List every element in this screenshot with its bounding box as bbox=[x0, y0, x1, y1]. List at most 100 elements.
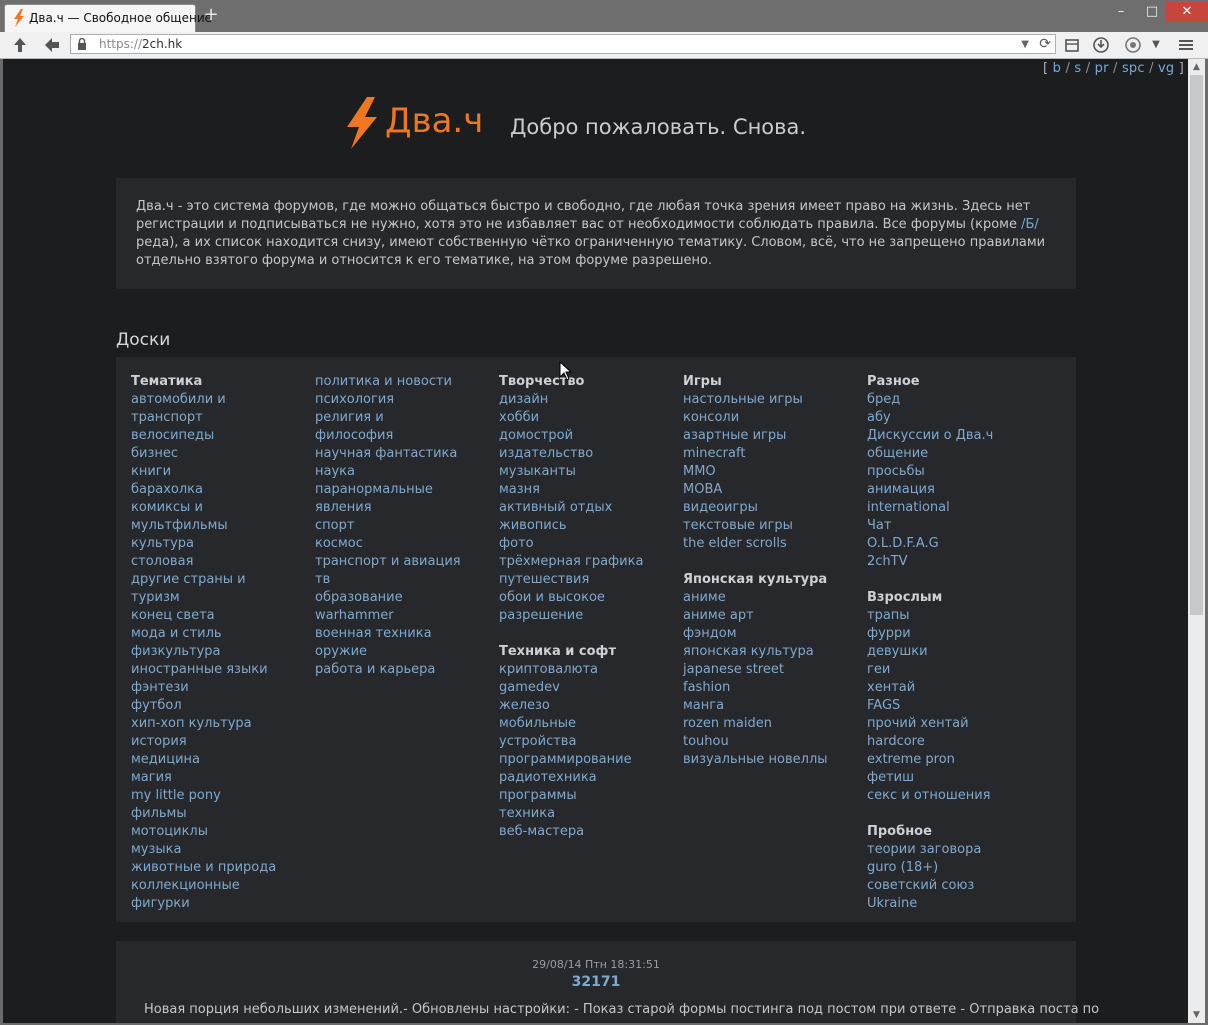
board-link[interactable]: домострой bbox=[499, 427, 679, 445]
board-link[interactable]: O.L.D.F.A.G bbox=[867, 535, 1047, 553]
board-link[interactable]: коллекционные bbox=[131, 877, 311, 895]
board-link[interactable]: программирование bbox=[499, 751, 679, 769]
board-link[interactable]: фильмы bbox=[131, 805, 311, 823]
board-link[interactable]: international bbox=[867, 499, 1047, 517]
scroll-thumb[interactable] bbox=[1190, 75, 1203, 615]
scroll-up-arrow-icon[interactable]: ▲ bbox=[1188, 59, 1205, 75]
news-post-number[interactable]: 32171 bbox=[116, 974, 1076, 990]
minimize-button[interactable]: – bbox=[1106, 2, 1136, 22]
board-link[interactable]: теории заговора bbox=[867, 841, 1047, 859]
board-link[interactable]: девушки bbox=[867, 643, 1047, 661]
home-up-icon[interactable] bbox=[10, 35, 30, 55]
board-link[interactable]: MOBA bbox=[683, 481, 863, 499]
board-link[interactable]: устройства bbox=[499, 733, 679, 751]
board-link[interactable]: the elder scrolls bbox=[683, 535, 863, 553]
url-text[interactable]: https://2ch.hk bbox=[99, 37, 182, 51]
board-link[interactable]: наука bbox=[315, 463, 495, 481]
board-link[interactable]: мазня bbox=[499, 481, 679, 499]
board-link[interactable]: хобби bbox=[499, 409, 679, 427]
board-link[interactable]: фэнтези bbox=[131, 679, 311, 697]
board-link[interactable]: культура bbox=[131, 535, 311, 553]
toplink-s[interactable]: s bbox=[1074, 61, 1081, 76]
board-link[interactable]: my little pony bbox=[131, 787, 311, 805]
board-link[interactable]: Ukraine bbox=[867, 895, 1047, 913]
bookmarks-icon[interactable] bbox=[1062, 35, 1082, 55]
board-link[interactable]: программы bbox=[499, 787, 679, 805]
board-link[interactable]: аниме bbox=[683, 589, 863, 607]
board-link[interactable]: фурри bbox=[867, 625, 1047, 643]
board-link[interactable]: хентай bbox=[867, 679, 1047, 697]
reload-icon[interactable]: ⟳ bbox=[1039, 35, 1051, 53]
close-window-button[interactable]: ✕ bbox=[1166, 2, 1208, 22]
board-link[interactable]: Чат bbox=[867, 517, 1047, 535]
board-link[interactable]: медицина bbox=[131, 751, 311, 769]
board-link[interactable]: консоли bbox=[683, 409, 863, 427]
board-link[interactable]: мобильные bbox=[499, 715, 679, 733]
board-link[interactable]: путешествия bbox=[499, 571, 679, 589]
board-link[interactable]: трапы bbox=[867, 607, 1047, 625]
url-dropdown-icon[interactable]: ▼ bbox=[1021, 36, 1029, 54]
board-link[interactable]: настольные игры bbox=[683, 391, 863, 409]
board-link[interactable]: визуальные новеллы bbox=[683, 751, 863, 769]
board-link[interactable]: хип-хоп культура bbox=[131, 715, 311, 733]
board-link[interactable]: конец света bbox=[131, 607, 311, 625]
board-link[interactable]: extreme pron bbox=[867, 751, 1047, 769]
board-link[interactable]: gamedev bbox=[499, 679, 679, 697]
board-link[interactable]: 2chTV bbox=[867, 553, 1047, 571]
board-link[interactable]: бред bbox=[867, 391, 1047, 409]
board-link[interactable]: мультфильмы bbox=[131, 517, 311, 535]
board-link[interactable]: столовая bbox=[131, 553, 311, 571]
vertical-scrollbar[interactable]: ▲ ▼ bbox=[1188, 59, 1205, 1023]
board-link[interactable]: прочий хентай bbox=[867, 715, 1047, 733]
board-link[interactable]: музыка bbox=[131, 841, 311, 859]
board-link[interactable]: манга bbox=[683, 697, 863, 715]
board-link[interactable]: фото bbox=[499, 535, 679, 553]
back-arrow-icon[interactable] bbox=[42, 35, 62, 55]
board-link[interactable]: религия и bbox=[315, 409, 495, 427]
toplink-pr[interactable]: pr bbox=[1095, 61, 1109, 76]
board-link[interactable]: советский союз bbox=[867, 877, 1047, 895]
new-tab-button[interactable]: + bbox=[203, 5, 219, 25]
menu-hamburger-icon[interactable] bbox=[1176, 35, 1196, 55]
board-link[interactable]: техника bbox=[499, 805, 679, 823]
board-link[interactable]: фэндом bbox=[683, 625, 863, 643]
board-link[interactable]: физкультура bbox=[131, 643, 311, 661]
board-link[interactable]: аниме арт bbox=[683, 607, 863, 625]
maximize-button[interactable]: □ bbox=[1138, 2, 1166, 22]
url-bar[interactable]: https://2ch.hk ▼ ⟳ bbox=[70, 34, 1056, 54]
board-link[interactable]: MMO bbox=[683, 463, 863, 481]
board-link[interactable]: фигурки bbox=[131, 895, 311, 913]
board-link[interactable]: геи bbox=[867, 661, 1047, 679]
site-logo[interactable]: Два.ч bbox=[385, 101, 483, 141]
board-link[interactable]: явления bbox=[315, 499, 495, 517]
board-link[interactable]: бизнес bbox=[131, 445, 311, 463]
board-link[interactable]: warhammer bbox=[315, 607, 495, 625]
board-link[interactable]: животные и природа bbox=[131, 859, 311, 877]
toplink-vg[interactable]: vg bbox=[1158, 61, 1174, 76]
board-link[interactable]: фетиш bbox=[867, 769, 1047, 787]
board-link[interactable]: магия bbox=[131, 769, 311, 787]
board-link[interactable]: rozen maiden bbox=[683, 715, 863, 733]
board-link[interactable]: японская культура bbox=[683, 643, 863, 661]
board-link[interactable]: спорт bbox=[315, 517, 495, 535]
board-link[interactable]: разрешение bbox=[499, 607, 679, 625]
board-link[interactable]: видеоигры bbox=[683, 499, 863, 517]
board-link[interactable]: текстовые игры bbox=[683, 517, 863, 535]
board-link[interactable]: радиотехника bbox=[499, 769, 679, 787]
download-icon[interactable] bbox=[1091, 35, 1111, 55]
board-link[interactable]: военная техника bbox=[315, 625, 495, 643]
board-link[interactable]: барахолка bbox=[131, 481, 311, 499]
board-link[interactable]: дизайн bbox=[499, 391, 679, 409]
board-link[interactable]: футбол bbox=[131, 697, 311, 715]
board-link[interactable]: секс и отношения bbox=[867, 787, 1047, 805]
board-link[interactable]: другие страны и bbox=[131, 571, 311, 589]
board-link[interactable]: fashion bbox=[683, 679, 863, 697]
sync-icon[interactable] bbox=[1123, 35, 1143, 55]
board-link[interactable]: minecraft bbox=[683, 445, 863, 463]
board-link[interactable]: комиксы и bbox=[131, 499, 311, 517]
board-link[interactable]: japanese street bbox=[683, 661, 863, 679]
board-link[interactable]: просьбы bbox=[867, 463, 1047, 481]
board-link[interactable]: издательство bbox=[499, 445, 679, 463]
board-link[interactable]: научная фантастика bbox=[315, 445, 495, 463]
board-link[interactable]: активный отдых bbox=[499, 499, 679, 517]
